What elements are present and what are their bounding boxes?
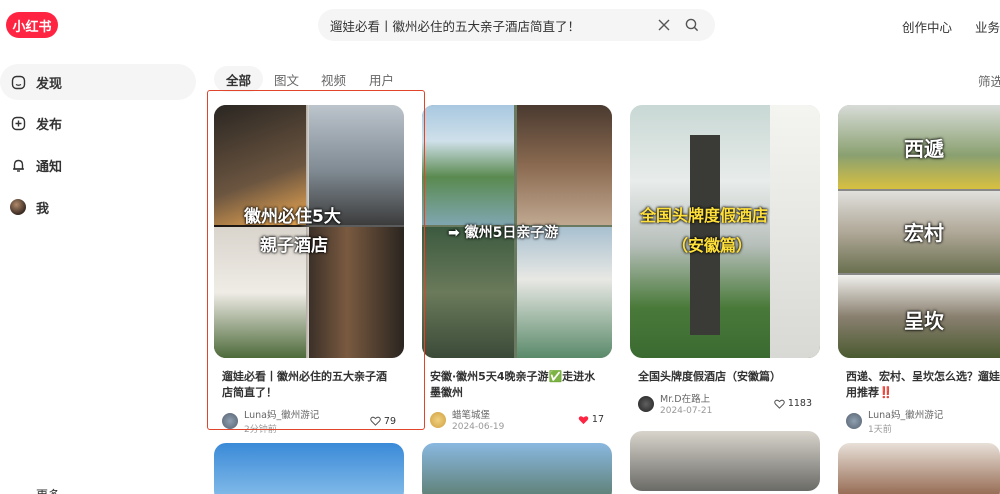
clear-icon[interactable] xyxy=(653,14,675,36)
author-avatar[interactable] xyxy=(222,413,238,429)
note-title[interactable]: 全国头牌度假酒店（安徽篇） xyxy=(630,369,820,385)
search-bar[interactable]: 遛娃必看丨徽州必住的五大亲子酒店简直了！ xyxy=(318,9,715,41)
sidebar-item-label: 我 xyxy=(36,201,50,217)
business-link[interactable]: 业务合作 xyxy=(975,17,1000,36)
author-name[interactable]: Luna妈_徽州游记 xyxy=(868,407,1000,421)
note-cover[interactable]: ➡ 徽州5日亲子游 xyxy=(422,105,612,358)
note-card[interactable]: ➡ 徽州5日亲子游 安徽·徽州5天4晚亲子游✅走进水墨徽州 蜡笔城堡 2024-… xyxy=(422,105,612,432)
home-icon xyxy=(10,74,26,90)
note-title[interactable]: 遛娃必看丨徽州必住的五大亲子酒店简直了！ xyxy=(214,369,404,401)
cover-text: 宏村 xyxy=(904,221,944,245)
note-cover[interactable] xyxy=(422,443,612,494)
search-input[interactable]: 遛娃必看丨徽州必住的五大亲子酒店简直了！ xyxy=(330,16,647,35)
bell-icon xyxy=(10,157,26,173)
creator-center-link[interactable]: 创作中心 xyxy=(902,17,952,36)
post-time: 2024-07-21 xyxy=(660,406,713,416)
heart-filled-icon xyxy=(578,415,589,424)
cover-text: 親子酒店 xyxy=(260,236,328,256)
tab-users[interactable]: 用户 xyxy=(357,66,406,92)
tab-all[interactable]: 全部 xyxy=(214,66,264,92)
like-count: 79 xyxy=(383,415,396,427)
note-cover[interactable]: 徽州必住5大 親子酒店 xyxy=(214,105,404,358)
note-cover[interactable] xyxy=(214,443,404,494)
like-button[interactable]: 17 xyxy=(578,414,604,425)
author-avatar[interactable] xyxy=(846,413,862,429)
author-avatar[interactable] xyxy=(430,411,446,428)
sidebar-more[interactable]: 更多 xyxy=(36,486,60,494)
author-name[interactable]: 蜡笔城堡 xyxy=(452,407,578,421)
author-avatar[interactable] xyxy=(638,395,654,412)
heart-icon xyxy=(370,416,381,426)
logo[interactable]: 小红书 xyxy=(6,12,58,38)
like-count: 1183 xyxy=(787,398,812,409)
post-time: 2024-06-19 xyxy=(452,422,505,432)
sidebar-item-me[interactable]: 我 xyxy=(0,189,196,225)
avatar xyxy=(10,199,26,215)
cover-text: ➡ 徽州5日亲子游 xyxy=(448,225,559,241)
note-card[interactable]: 西遞 宏村 呈坎 西递、宏村、呈坎怎么选？遛娃实用推荐‼️ Luna妈_徽州游记… xyxy=(838,105,1000,435)
note-title[interactable]: 西递、宏村、呈坎怎么选？遛娃实用推荐‼️ xyxy=(838,369,1000,401)
cover-text: 西遞 xyxy=(904,137,944,161)
tab-video[interactable]: 视频 xyxy=(309,66,358,92)
author-name[interactable]: Luna妈_徽州游记 xyxy=(244,407,370,421)
sidebar-item-publish[interactable]: 发布 xyxy=(0,105,196,141)
like-button[interactable]: 1183 xyxy=(774,398,812,409)
like-button[interactable]: 79 xyxy=(370,416,396,427)
cover-text: （安徽篇） xyxy=(672,236,753,255)
cover-text: 徽州必住5大 xyxy=(244,207,341,227)
note-cover[interactable]: 全国头牌度假酒店 （安徽篇） xyxy=(630,105,820,358)
heart-icon xyxy=(774,399,785,409)
filter-button[interactable]: 筛选 xyxy=(978,71,1000,90)
sidebar-item-discover[interactable]: 发现 xyxy=(0,64,196,100)
note-card[interactable]: 全国头牌度假酒店 （安徽篇） 全国头牌度假酒店（安徽篇） Mr.D在路上 202… xyxy=(630,105,820,416)
note-cover[interactable] xyxy=(630,431,820,491)
cover-text: 呈坎 xyxy=(904,309,944,333)
post-time: 2分钟前 xyxy=(244,425,277,435)
like-count: 17 xyxy=(591,414,604,425)
tab-notes[interactable]: 图文 xyxy=(262,66,311,92)
sidebar-item-notifications[interactable]: 通知 xyxy=(0,147,196,183)
plus-square-icon xyxy=(10,115,26,131)
sidebar-item-label: 发现 xyxy=(36,76,63,92)
note-title[interactable]: 安徽·徽州5天4晚亲子游✅走进水墨徽州 xyxy=(422,369,612,401)
cover-text: 全国头牌度假酒店 xyxy=(640,206,769,225)
post-time: 1天前 xyxy=(868,425,892,435)
author-name[interactable]: Mr.D在路上 xyxy=(660,391,774,405)
note-cover[interactable]: 西遞 宏村 呈坎 xyxy=(838,105,1000,358)
sidebar-item-label: 通知 xyxy=(36,159,63,175)
note-card[interactable]: 徽州必住5大 親子酒店 遛娃必看丨徽州必住的五大亲子酒店简直了！ Luna妈_徽… xyxy=(214,105,404,435)
sidebar-item-label: 发布 xyxy=(36,117,63,133)
note-cover[interactable] xyxy=(838,443,1000,494)
search-icon[interactable] xyxy=(681,14,703,36)
